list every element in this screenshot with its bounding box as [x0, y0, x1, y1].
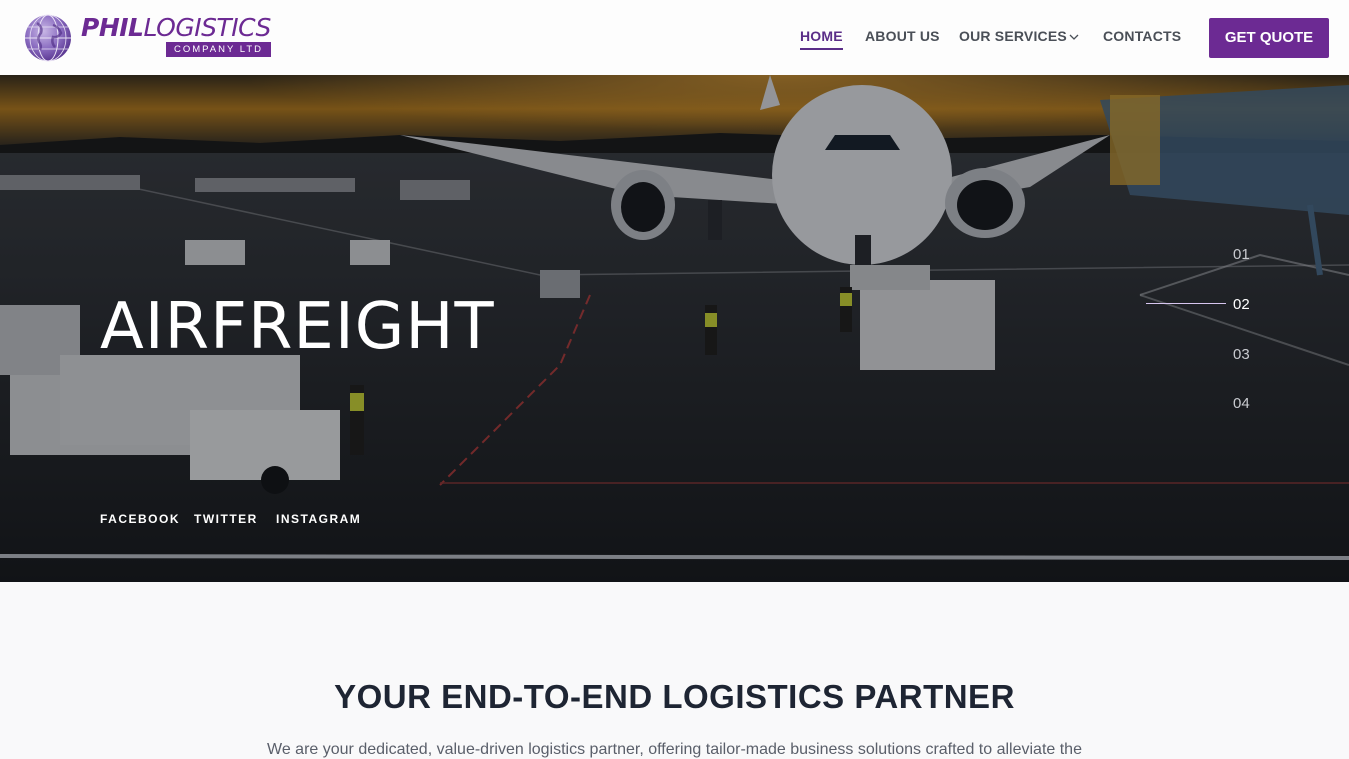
hero-title: AIRFREIGHT	[100, 290, 495, 364]
twitter-link[interactable]: TWITTER	[194, 512, 258, 526]
globe-icon	[25, 14, 71, 62]
site-header: PHILLOGISTICS COMPANY LTD HOME ABOUT US …	[0, 0, 1349, 75]
nav-our-services-label: OUR SERVICES	[959, 28, 1067, 44]
slide-number-3[interactable]: 03	[1233, 346, 1250, 363]
slide-number-1[interactable]: 01	[1233, 246, 1250, 263]
logo[interactable]: PHILLOGISTICS COMPANY LTD	[23, 13, 273, 63]
brand-name-bold: PHIL	[81, 13, 144, 42]
nav-about-us-label: ABOUT US	[865, 28, 940, 44]
active-slide-indicator	[1146, 303, 1226, 304]
chevron-down-icon[interactable]	[1069, 33, 1079, 41]
hero-slider: AIRFREIGHT 01 02 03 04 FACEBOOK TWITTER …	[0, 75, 1349, 582]
nav-home[interactable]: HOME	[800, 28, 843, 50]
brand-name-thin: LOGISTICS	[143, 13, 271, 42]
section-title: YOUR END-TO-END LOGISTICS PARTNER	[334, 678, 1015, 715]
slide-number-2[interactable]: 02	[1233, 296, 1250, 313]
active-underline	[800, 48, 843, 50]
instagram-link[interactable]: INSTAGRAM	[276, 512, 361, 526]
nav-contacts-label: CONTACTS	[1103, 28, 1182, 44]
section-intro-text: We are your dedicated, value-driven logi…	[267, 741, 1082, 758]
get-quote-button[interactable]: GET QUOTE	[1209, 18, 1329, 58]
nav-home-label: HOME	[800, 28, 843, 44]
nav-contacts[interactable]: CONTACTS	[1103, 28, 1181, 44]
nav-about-us[interactable]: ABOUT US	[865, 28, 940, 44]
logo-wordmark: PHILLOGISTICS	[81, 13, 271, 43]
brand-subtitle: COMPANY LTD	[166, 42, 271, 57]
facebook-link[interactable]: FACEBOOK	[100, 512, 180, 526]
nav-our-services[interactable]: OUR SERVICES	[959, 28, 1067, 44]
slide-number-4[interactable]: 04	[1233, 395, 1250, 412]
